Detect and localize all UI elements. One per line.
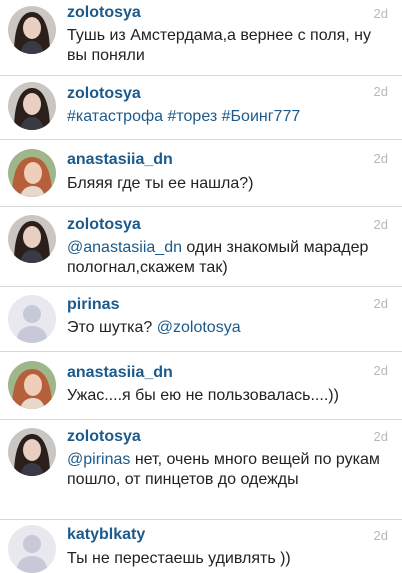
woman-red-hair-photo-icon: [8, 149, 56, 197]
woman-dark-hair-photo-icon: [8, 215, 56, 263]
comment-time: 2d: [373, 429, 388, 444]
comment-text: #катастрофа #торез #Боинг777: [67, 107, 385, 127]
comment-username[interactable]: pirinas: [67, 296, 119, 314]
mention-link[interactable]: @anastasiia_dn: [67, 239, 182, 256]
comment-username[interactable]: anastasiia_dn: [67, 364, 173, 382]
woman-dark-hair-photo-icon: [8, 428, 56, 476]
avatar[interactable]: [8, 295, 56, 343]
default-user-icon: [8, 525, 56, 573]
mention-link[interactable]: @zolotosya: [157, 319, 241, 336]
avatar[interactable]: [8, 361, 56, 409]
comment-username[interactable]: zolotosya: [67, 85, 141, 103]
comment-text: @anastasiia_dn один знакомый марадер пол…: [67, 238, 385, 278]
comment-time: 2d: [373, 363, 388, 378]
comment-text-segment: Ты не перестаешь удивлять )): [67, 550, 291, 567]
comment-text: @pirinas нет, очень много вещей по рукам…: [67, 450, 385, 490]
comment-time: 2d: [373, 6, 388, 21]
comment-item: zolotosya 2d @pirinas нет, очень много в…: [0, 420, 402, 520]
comment-username[interactable]: zolotosya: [67, 4, 141, 22]
comment-item: zolotosya 2d Тушь из Амстердама,а вернее…: [0, 0, 402, 76]
comment-item: anastasiia_dn 2d Ужас....я бы ею не поль…: [0, 352, 402, 420]
comment-text: Ужас....я бы ею не пользовалась....)): [67, 386, 385, 406]
comment-text-segment: Ужас....я бы ею не пользовалась....)): [67, 387, 339, 404]
comment-feed: zolotosya 2d Тушь из Амстердама,а вернее…: [0, 0, 402, 573]
comment-text: Бляяя где ты ее нашла?): [67, 174, 385, 194]
comment-text: Тушь из Амстердама,а вернее с поля, ну в…: [67, 26, 385, 66]
avatar[interactable]: [8, 149, 56, 197]
comment-text-segment: Бляяя где ты ее нашла?): [67, 175, 254, 192]
comment-time: 2d: [373, 528, 388, 543]
comment-time: 2d: [373, 217, 388, 232]
mention-link[interactable]: @pirinas: [67, 451, 130, 468]
comment-item: anastasiia_dn 2d Бляяя где ты ее нашла?): [0, 140, 402, 207]
woman-dark-hair-photo-icon: [8, 82, 56, 130]
comment-time: 2d: [373, 296, 388, 311]
comment-time: 2d: [373, 151, 388, 166]
comment-item: pirinas 2d Это шутка? @zolotosya: [0, 287, 402, 352]
avatar[interactable]: [8, 6, 56, 54]
comment-text-segment: Это шутка?: [67, 319, 157, 336]
woman-dark-hair-photo-icon: [8, 6, 56, 54]
default-user-icon: [8, 295, 56, 343]
comment-text: Ты не перестаешь удивлять )): [67, 549, 385, 569]
avatar[interactable]: [8, 82, 56, 130]
avatar[interactable]: [8, 428, 56, 476]
comment-username[interactable]: katyblkaty: [67, 526, 145, 544]
comment-text: Это шутка? @zolotosya: [67, 318, 385, 338]
comment-text-segment: Тушь из Амстердама,а вернее с поля, ну в…: [67, 27, 371, 64]
comment-username[interactable]: anastasiia_dn: [67, 151, 173, 169]
comment-username[interactable]: zolotosya: [67, 428, 141, 446]
woman-red-hair-photo-icon: [8, 361, 56, 409]
comment-username[interactable]: zolotosya: [67, 216, 141, 234]
hashtag-link[interactable]: #катастрофа #торез #Боинг777: [67, 108, 300, 125]
comment-item: katyblkaty 2d Ты не перестаешь удивлять …: [0, 520, 402, 573]
comment-item: zolotosya 2d @anastasiia_dn один знакомы…: [0, 207, 402, 287]
avatar[interactable]: [8, 215, 56, 263]
comment-time: 2d: [373, 84, 388, 99]
avatar[interactable]: [8, 525, 56, 573]
comment-item: zolotosya 2d #катастрофа #торез #Боинг77…: [0, 76, 402, 140]
